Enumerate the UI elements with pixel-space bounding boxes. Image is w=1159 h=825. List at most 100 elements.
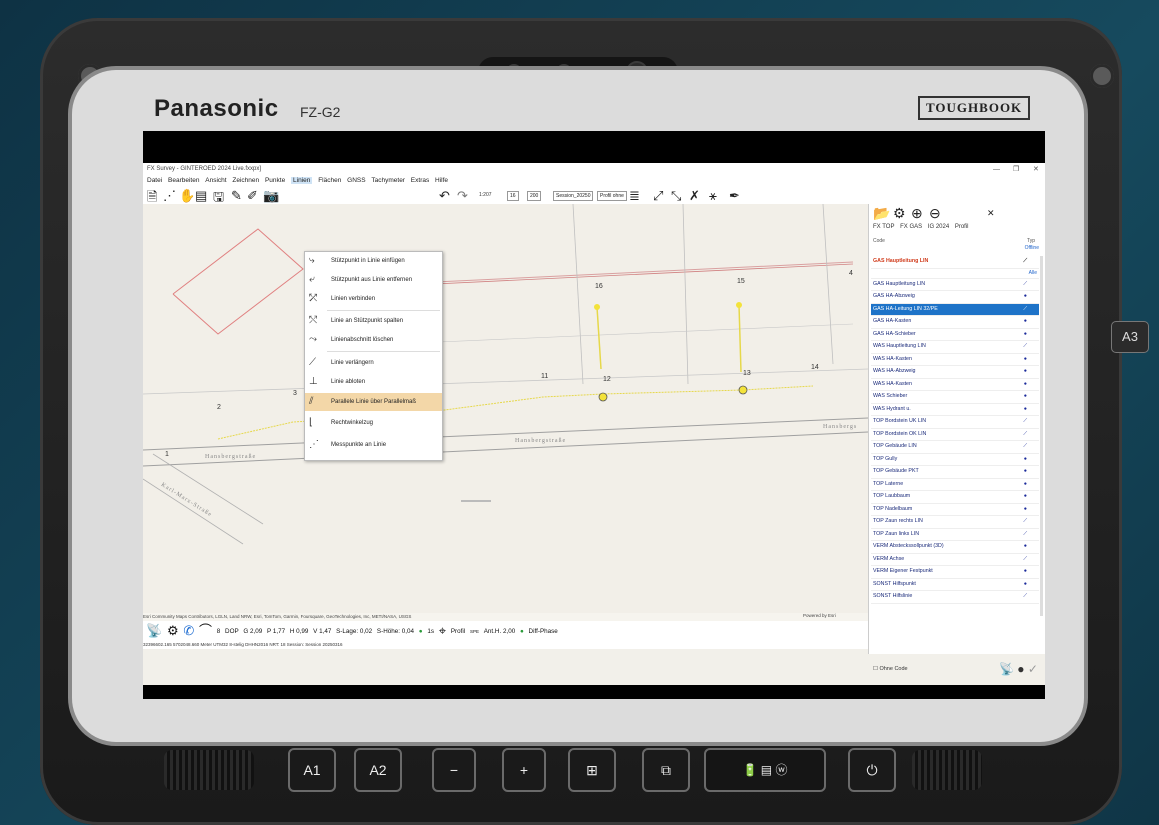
phone-icon[interactable]: ✆ [183, 623, 194, 638]
code-row[interactable]: SONST Hilfslinie ⟋ [871, 591, 1039, 604]
street-label: Hansbergstraße [515, 438, 567, 444]
gear-icon[interactable]: ⚙ [893, 205, 906, 222]
camera-icon[interactable]: 📷 [263, 188, 279, 204]
menu-ansicht[interactable]: Ansicht [205, 177, 226, 184]
folder-icon[interactable]: 📂 [873, 205, 890, 222]
menu-item-linie-abloten[interactable]: ⊥ Linie abloten [305, 373, 442, 391]
filter-alle[interactable]: Alle [871, 269, 1039, 279]
measure3-icon[interactable]: ✗ [689, 188, 700, 204]
field-1[interactable]: 16 [507, 191, 519, 201]
code-row[interactable]: SONST Hilfspunkt ● [871, 579, 1039, 591]
profile-select[interactable]: Profil ohne [597, 191, 627, 201]
windows-button[interactable]: ⊞ [568, 748, 616, 792]
menu-datei[interactable]: Datei [147, 177, 162, 184]
code-row[interactable]: VERM Achse ⟋ [871, 554, 1039, 566]
point-tool-icon[interactable]: ⋰ [163, 188, 176, 204]
measure-icon[interactable]: ⤢ [653, 188, 663, 204]
code-row[interactable]: GAS HA-Kasten ● [871, 316, 1039, 329]
rotation-lock-button[interactable]: ⧉ [642, 748, 690, 792]
menu-item-stuetzpunkt-entfernen[interactable]: ⤶ Stützpunkt aus Linie entfernen [305, 271, 442, 289]
menu-item-rechtwinkelzug[interactable]: ⌊ Rechtwinkelzug [305, 414, 442, 432]
menu-item-linie-verlaengern[interactable]: ⟋ Linie verlängern [305, 354, 442, 372]
code-row[interactable]: VERM Eigener Festpunkt ● [871, 566, 1039, 579]
menu-punkte[interactable]: Punkte [265, 177, 285, 184]
code-row[interactable]: TOP Laterne ● [871, 479, 1039, 491]
menu-zeichnen[interactable]: Zeichnen [232, 177, 259, 184]
a1-button[interactable]: A1 [288, 748, 336, 792]
gnss-icon[interactable]: 📡 [146, 623, 162, 638]
measure2-icon[interactable]: ⤡ [671, 188, 681, 204]
crosshair-icon[interactable]: ⌖ [439, 623, 446, 638]
volume-down-button[interactable]: − [432, 748, 476, 792]
menu-hilfe[interactable]: Hilfe [435, 177, 448, 184]
code-row[interactable]: WAS Hydrant u. ● [871, 404, 1039, 416]
tab-ig-2024[interactable]: IG 2024 [928, 224, 949, 230]
power-button[interactable]: ⏻ [848, 748, 896, 792]
redo-icon[interactable]: ↷ [457, 188, 468, 204]
menu-gnss[interactable]: GNSS [347, 177, 365, 184]
code-row[interactable]: TOP Nadelbaum ● [871, 504, 1039, 516]
menu-item-abschnitt-loeschen[interactable]: ⤳ Linienabschnitt löschen [305, 331, 442, 349]
settings-icon[interactable]: ⚙ [167, 623, 179, 638]
code-row[interactable]: GAS Hauptleitung LIN ⟋ [871, 279, 1039, 291]
hand-tool-icon[interactable]: ✋ [179, 188, 195, 204]
a2-button[interactable]: A2 [354, 748, 402, 792]
undo-icon[interactable]: ↶ [439, 188, 450, 204]
code-row[interactable]: WAS HA-Kasten ● [871, 354, 1039, 366]
menu-item-stuetzpunkt-einfuegen[interactable]: ⤷ Stützpunkt in Linie einfügen [305, 252, 442, 270]
menu-item-linien-verbinden[interactable]: ⤱ Linien verbinden [305, 290, 442, 308]
code-row[interactable]: VERM Absteckssollpunkt (3D) ● [871, 541, 1039, 554]
pencil-icon[interactable]: ✎ [231, 188, 242, 204]
add-icon[interactable]: ⊕ [911, 205, 923, 222]
menu-linien[interactable]: Linien [291, 177, 313, 184]
code-row[interactable]: TOP Gully ● [871, 454, 1039, 466]
menu-item-messpunkte[interactable]: ⋰ Messpunkte an Linie [305, 436, 442, 454]
edit-point-icon[interactable]: ✐ [247, 188, 258, 204]
tab-profil[interactable]: Profil [955, 224, 969, 230]
menu-flaechen[interactable]: Flächen [318, 177, 341, 184]
menu-tachymeter[interactable]: Tachymeter [371, 177, 405, 184]
filter-offline[interactable]: Offline [1025, 245, 1039, 251]
tab-fx-top[interactable]: FX TOP [873, 224, 894, 230]
remove-icon[interactable]: ⊖ [929, 205, 941, 222]
code-row[interactable]: WAS HA-Abzweig ● [871, 366, 1039, 379]
scrollbar[interactable] [1040, 256, 1043, 616]
code-row[interactable]: WAS Schieber ● [871, 391, 1039, 404]
active-code-row[interactable]: GAS Hauptleitung LIN ⟋ [871, 256, 1039, 269]
satellite-icon[interactable]: 📡 [999, 662, 1014, 676]
code-row[interactable]: TOP Laubbaum ● [871, 491, 1039, 504]
record-icon[interactable]: ● [1017, 662, 1024, 676]
map-canvas[interactable]: 1 2 3 10 11 12 13 14 15 16 4 Hansbergstr… [143, 204, 868, 613]
lines-icon[interactable]: ≣ [629, 188, 640, 204]
menu-bearbeiten[interactable]: Bearbeiten [168, 177, 199, 184]
code-row[interactable]: TOP Gebäude LIN ⟋ [871, 441, 1039, 454]
code-row[interactable]: GAS HA-Abzweig ● [871, 291, 1039, 304]
maximize-button[interactable]: ❐ [1013, 163, 1019, 176]
list-tool-icon[interactable]: ▤ [195, 188, 207, 204]
close-panel-icon[interactable]: ✕ [987, 208, 995, 219]
code-row[interactable]: TOP Zaun rechts LIN ⟋ [871, 516, 1039, 529]
code-row[interactable]: TOP Gebäude PKT ● [871, 466, 1039, 479]
volume-up-button[interactable]: + [502, 748, 546, 792]
ohne-code-checkbox[interactable]: ☐ Ohne Code [873, 666, 908, 672]
menu-item-parallele-linie[interactable]: ⫽ Parallele Linie über Parallelmaß [305, 393, 442, 411]
field-2[interactable]: 200 [527, 191, 542, 201]
a3-button[interactable]: A3 [1111, 321, 1149, 353]
code-row[interactable]: TOP Zaun links LIN ⟋ [871, 529, 1039, 541]
type-icon: ● [1023, 318, 1027, 324]
code-row[interactable]: WAS Hauptleitung LIN ⟋ [871, 341, 1039, 354]
close-button[interactable]: ✕ [1033, 163, 1039, 176]
code-row[interactable]: WAS HA-Kasten ● [871, 379, 1039, 391]
minimize-button[interactable]: — [993, 163, 1000, 176]
menu-item-linie-spalten[interactable]: ⤲ Linie an Stützpunkt spalten [305, 312, 442, 330]
code-row[interactable]: GAS HA-Schieber ● [871, 329, 1039, 341]
check-icon[interactable]: ✓ [1028, 662, 1038, 676]
code-row[interactable]: GAS HA-Leitung LIN 32/PE ⟋ [871, 303, 1039, 316]
draw-icon[interactable]: ✒ [729, 188, 740, 204]
tab-fx-gas[interactable]: FX GAS [900, 224, 922, 230]
code-row[interactable]: TOP Bordstein UK LIN ⟋ [871, 416, 1039, 429]
session-select[interactable]: Session_20250 [553, 191, 594, 201]
menu-extras[interactable]: Extras [411, 177, 429, 184]
measure4-icon[interactable]: ⚹ [709, 188, 717, 204]
code-row[interactable]: TOP Bordstein OK LIN ⟋ [871, 429, 1039, 441]
